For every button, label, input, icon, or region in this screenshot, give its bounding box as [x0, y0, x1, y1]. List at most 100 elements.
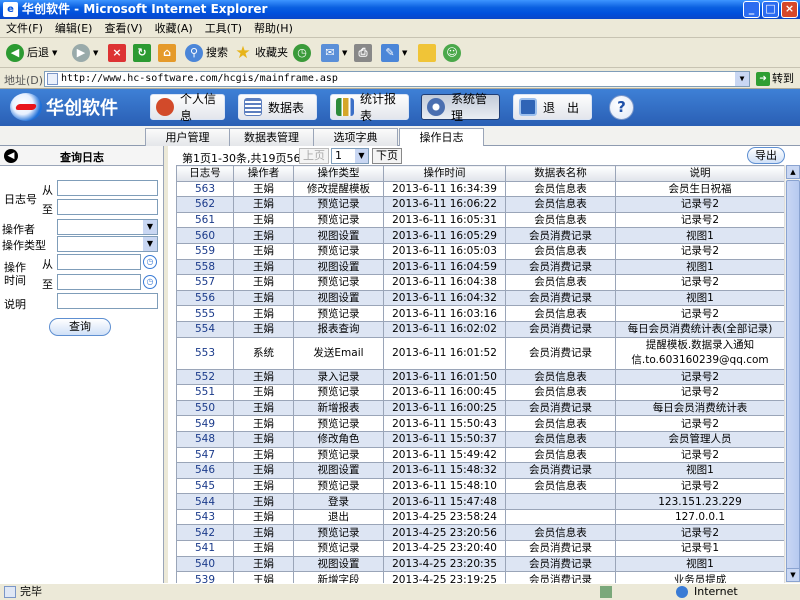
refresh-button[interactable]: ↻ — [133, 42, 151, 64]
table-row[interactable]: 543 王娟 退出 2013-4-25 23:58:24 127.0.0.1 — [176, 508, 785, 526]
forward-button[interactable]: ▶ ▼ — [72, 42, 98, 64]
nav-personal-info[interactable]: 个人信息 — [150, 92, 225, 123]
nav-label: 退 出 — [543, 100, 580, 115]
print-button[interactable]: ⎙ — [354, 42, 372, 64]
menu-favorites[interactable]: 收藏(A) — [149, 22, 199, 35]
stop-button[interactable]: × — [108, 42, 126, 64]
calendar-icon[interactable]: ◷ — [143, 255, 157, 269]
table-row[interactable]: 551 王娟 预览记录 2013-6-11 16:00:45 会员信息表 记录号2 — [176, 384, 785, 401]
table-row[interactable]: 542 王娟 预览记录 2013-4-25 23:20:56 会员信息表 记录号2 — [176, 524, 785, 542]
operator-select[interactable]: ▼ — [57, 219, 158, 235]
messenger-button[interactable]: ☺ — [443, 42, 461, 64]
op-type-select[interactable]: ▼ — [57, 236, 158, 252]
table-row[interactable]: 553 系统 发送Email 2013-6-11 16:01:52 会员消费记录 提醒模板… — [176, 336, 785, 370]
menu-view[interactable]: 查看(V) — [98, 22, 148, 35]
query-button[interactable]: 查询 — [49, 318, 111, 336]
table-cell: 王娟 — [233, 399, 294, 417]
table-row[interactable]: 555 王娟 预览记录 2013-6-11 16:03:16 会员信息表 记录号2 — [176, 305, 785, 322]
nav-data-tables[interactable]: 数据表 — [238, 94, 317, 120]
minimize-button[interactable]: _ — [743, 1, 760, 18]
tab-operation-log[interactable]: 操作日志 — [399, 128, 484, 147]
table-body: 563 王娟 修改提醒模板 2013-6-11 16:34:39 会员信息表 会员生日祝福… — [176, 180, 785, 588]
log-no-from-input[interactable] — [57, 180, 158, 196]
table-row[interactable]: 562 王娟 预览记录 2013-6-11 16:06:22 会员信息表 记录号2 — [176, 196, 785, 213]
prev-page-button[interactable]: 上页 — [299, 148, 329, 164]
table-cell: 王娟 — [233, 368, 294, 386]
column-header[interactable]: 日志号 — [176, 165, 234, 182]
help-button[interactable]: ? — [609, 95, 634, 120]
page-done-icon — [4, 586, 16, 598]
table-row[interactable]: 560 王娟 视图设置 2013-6-11 16:05:29 会员消费记录 视图1 — [176, 227, 785, 244]
vertical-scrollbar[interactable]: ▲ ▼ — [784, 165, 800, 583]
table-cell: 视图1 — [615, 462, 785, 479]
internet-zone-icon — [676, 586, 688, 598]
search-button[interactable]: ⚲ 搜索 — [185, 42, 228, 64]
next-page-button[interactable]: 下页 — [372, 148, 402, 164]
table-row[interactable]: 548 王娟 修改角色 2013-6-11 15:50:37 会员信息表 会员管理人员 — [176, 430, 785, 448]
table-row[interactable]: 547 王娟 预览记录 2013-6-11 15:49:42 会员信息表 记录号2 — [176, 446, 785, 464]
table-row[interactable]: 540 王娟 视图设置 2013-4-25 23:20:35 会员消费记录 视图1 — [176, 555, 785, 573]
history-button[interactable]: ◷ — [293, 42, 311, 64]
menu-edit[interactable]: 编辑(E) — [49, 22, 99, 35]
table-row[interactable]: 545 王娟 预览记录 2013-6-11 15:48:10 会员信息表 记录号2 — [176, 477, 785, 495]
table-row[interactable]: 541 王娟 预览记录 2013-4-25 23:20:40 会员消费记录 记录号1 — [176, 540, 785, 557]
tab-option-dictionary[interactable]: 选项字典 — [313, 128, 398, 146]
scroll-down-icon[interactable]: ▼ — [786, 568, 800, 582]
column-header[interactable]: 操作时间 — [383, 165, 506, 182]
table-row[interactable]: 552 王娟 录入记录 2013-6-11 16:01:50 会员信息表 记录号2 — [176, 368, 785, 386]
menu-tools[interactable]: 工具(T) — [199, 22, 248, 35]
scroll-thumb[interactable] — [786, 180, 800, 582]
menu-help[interactable]: 帮助(H) — [248, 22, 299, 35]
table-cell: 2013-6-11 16:04:32 — [383, 289, 506, 307]
table-row[interactable]: 554 王娟 报表查询 2013-6-11 16:02:02 会员消费记录 每日会员消费统… — [176, 320, 785, 338]
table-row[interactable]: 557 王娟 预览记录 2013-6-11 16:04:38 会员信息表 记录号2 — [176, 274, 785, 291]
page-select[interactable]: 1 ▼ — [331, 148, 369, 164]
table-cell: 系统 — [233, 336, 294, 370]
tab-user-management[interactable]: 用户管理 — [145, 128, 230, 146]
maximize-button[interactable]: □ — [762, 1, 779, 18]
gear-icon — [427, 98, 445, 116]
table-row[interactable]: 544 王娟 登录 2013-6-11 15:47:48 123.151.23.229 — [176, 493, 785, 510]
op-time-to-label: 至 — [42, 278, 53, 291]
nav-stat-reports[interactable]: 统计报表 — [330, 92, 409, 123]
favorites-button[interactable]: ★ 收藏夹 — [234, 42, 288, 64]
nav-system-admin[interactable]: 系统管理 — [421, 92, 500, 123]
desc-input[interactable] — [57, 293, 158, 309]
log-no-to-input[interactable] — [57, 199, 158, 215]
nav-logout[interactable]: 退 出 — [513, 94, 592, 120]
op-time-from-input[interactable] — [57, 254, 141, 270]
table-row[interactable]: 546 王娟 视图设置 2013-6-11 15:48:32 会员消费记录 视图1 — [176, 462, 785, 479]
export-button[interactable]: 导出 — [747, 147, 785, 164]
table-row[interactable]: 561 王娟 预览记录 2013-6-11 16:05:31 会员信息表 记录号2 — [176, 211, 785, 229]
home-button[interactable]: ⌂ — [158, 42, 176, 64]
column-header[interactable]: 数据表名称 — [505, 165, 616, 182]
back-button[interactable]: ◀ 后退 ▼ — [6, 42, 57, 64]
go-button[interactable]: ➜ 转到 — [756, 71, 794, 87]
scroll-up-icon[interactable]: ▲ — [786, 165, 800, 179]
collapse-icon[interactable]: ◀ — [4, 149, 18, 163]
table-row[interactable]: 563 王娟 修改提醒模板 2013-6-11 16:34:39 会员信息表 会员生日祝福 — [176, 180, 785, 198]
calendar-icon[interactable]: ◷ — [143, 275, 157, 289]
table-cell: 2013-6-11 15:47:48 — [383, 493, 506, 510]
close-button[interactable]: × — [781, 1, 798, 18]
menu-file[interactable]: 文件(F) — [0, 22, 49, 35]
edit-button[interactable]: ✎ ▼ — [381, 42, 407, 64]
address-dropdown-icon[interactable]: ▼ — [735, 72, 749, 86]
table-row[interactable]: 559 王娟 预览记录 2013-6-11 16:05:03 会员信息表 记录号2 — [176, 242, 785, 260]
column-header[interactable]: 操作者 — [233, 165, 294, 182]
address-input[interactable]: http://www.hc-software.com/hcgis/mainfra… — [44, 71, 750, 87]
tab-table-management[interactable]: 数据表管理 — [229, 128, 314, 146]
column-header[interactable]: 说明 — [615, 165, 785, 182]
table-row[interactable]: 556 王娟 视图设置 2013-6-11 16:04:32 会员消费记录 视图1 — [176, 289, 785, 307]
table-row[interactable]: 550 王娟 新增报表 2013-6-11 16:00:25 会员消费记录 每日会员消费统… — [176, 399, 785, 417]
op-time-to-input[interactable] — [57, 274, 141, 290]
logout-icon — [519, 98, 537, 116]
table-cell: 会员信息表 — [505, 211, 616, 229]
table-row[interactable]: 549 王娟 预览记录 2013-6-11 15:50:43 会员信息表 记录号2 — [176, 415, 785, 432]
column-header[interactable]: 操作类型 — [293, 165, 384, 182]
discuss-button[interactable] — [418, 42, 436, 64]
table-cell: 546 — [176, 462, 234, 479]
favorites-label: 收藏夹 — [255, 46, 288, 59]
mail-button[interactable]: ✉ ▼ — [321, 42, 347, 64]
table-row[interactable]: 558 王娟 视图设置 2013-6-11 16:04:59 会员消费记录 视图1 — [176, 258, 785, 276]
